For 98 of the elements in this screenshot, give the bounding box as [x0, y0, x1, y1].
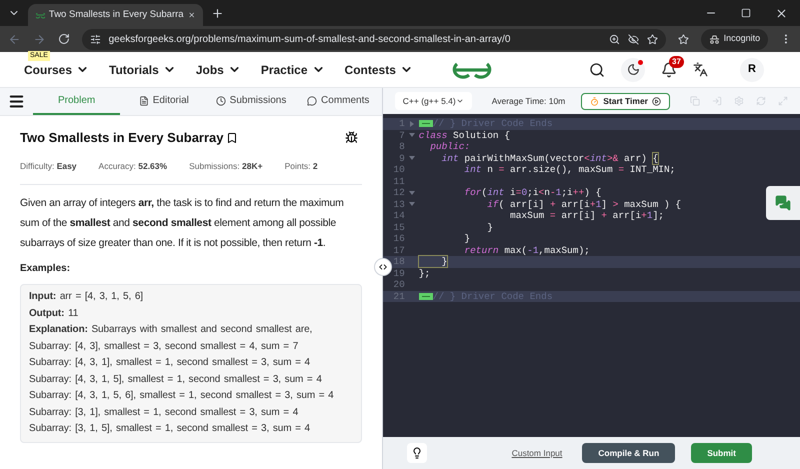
line-number: 15 — [392, 222, 405, 233]
line-number: 8 — [398, 141, 405, 152]
resize-handle[interactable] — [374, 258, 392, 276]
nav-menu-item[interactable]: Courses — [24, 60, 90, 78]
tab-title: Two Smallests in Every Subarra — [48, 8, 184, 22]
examples-heading: Examples: — [20, 262, 72, 276]
moon-icon — [626, 63, 640, 76]
start-timer-button[interactable]: Start Timer — [581, 92, 670, 110]
code-line: if( arr[i] + arr[i+1] > maxSum ) { — [486, 198, 682, 210]
line-number: 19 — [392, 268, 405, 279]
fold-arrow-icon[interactable] — [408, 155, 415, 162]
site-settings-icon[interactable] — [90, 34, 101, 44]
code-line: int pairWithMaxSum(vector<int>& arr) { — [440, 152, 658, 164]
clock-icon — [216, 96, 226, 106]
code-line: } — [486, 222, 493, 233]
code-line: } — [418, 256, 448, 268]
browser-tab[interactable]: Two Smallests in Every Subarra — [28, 4, 203, 26]
example-line: Explanation: Subarrays with smallest and second smallest are, — [29, 323, 314, 338]
problem-stat: Difficulty: Easy — [20, 160, 77, 172]
eye-off-icon[interactable] — [628, 34, 639, 44]
site-logo-icon — [36, 11, 45, 19]
submit-button[interactable]: Submit — [691, 443, 752, 463]
problem-title: Two Smallests in Every Subarray — [20, 129, 224, 147]
hint-button[interactable] — [406, 443, 427, 463]
example-line: Output: 11 — [29, 306, 80, 321]
document-icon — [138, 96, 149, 106]
line-number: 7 — [398, 130, 405, 141]
incognito-icon — [708, 34, 720, 44]
line-number: 12 — [392, 187, 405, 198]
nav-menu-item[interactable]: Tutorials — [109, 60, 176, 78]
url-text: geeksforgeeks.org/problems/maximum-sum-of-smallest-and-second-smallest-in-an-array/0 — [108, 32, 512, 46]
problem-stat: Submissions: 28K+ — [189, 160, 263, 172]
line-number: 13 — [392, 198, 405, 210]
example-line: Subarray: [3, 1, 5], smallest = 1, second smallest = 3, sum = 4 — [29, 422, 311, 436]
example-line: Subarray: [4, 3, 1, 5, 6], smallest = 1, second smallest = 3, sum = 4 — [29, 389, 335, 404]
bug-icon[interactable] — [344, 131, 358, 144]
line-number: 17 — [392, 244, 405, 256]
address-field[interactable]: geeksforgeeks.org/problems/maximum-sum-of-smallest-and-second-smallest-in-an-array/0 — [82, 28, 666, 50]
code-line: } — [463, 233, 470, 244]
average-time: Average Time: 10m — [492, 94, 566, 108]
chat-button[interactable] — [766, 186, 800, 220]
line-number: 20 — [392, 279, 405, 290]
restore-icon[interactable] — [741, 8, 751, 18]
bookmark-star-icon[interactable] — [646, 34, 658, 44]
custom-input-link[interactable]: Custom Input — [512, 446, 562, 460]
code-line: maxSum = arr[i] + arr[i+1]; — [509, 210, 664, 222]
folded-code-marker[interactable] — [418, 120, 433, 128]
code-editor[interactable] — [382, 114, 800, 437]
example-line: Subarray: [4, 3, 1], smallest = 1, second smallest = 3, sum = 4 — [29, 356, 311, 370]
caret-icon — [456, 97, 464, 105]
speech-bubble-icon — [307, 96, 318, 106]
zoom-icon[interactable] — [608, 34, 620, 44]
language-select[interactable]: C++ (g++ 5.4) — [394, 92, 472, 110]
problem-tab[interactable]: Problem — [33, 88, 120, 115]
line-number: 9 — [398, 152, 405, 164]
code-line: for(int i=0;i<n-1;i++) { — [463, 187, 602, 198]
line-number: 14 — [392, 210, 405, 222]
problem-stat: Points: 2 — [284, 160, 318, 172]
compile-run-button[interactable]: Compile & Run — [582, 443, 676, 463]
example-line: Input: arr = [4, 3, 1, 5, 6] — [29, 290, 144, 304]
code-line: public: — [429, 141, 470, 152]
folded-code-marker[interactable] — [418, 292, 433, 300]
translate-icon[interactable] — [693, 62, 708, 77]
code-line: return max(-1,maxSum); — [463, 244, 590, 256]
problem-tab[interactable]: Editorial — [120, 88, 208, 115]
bookmark-icon[interactable] — [226, 132, 238, 144]
incognito-badge[interactable]: Incognito — [700, 28, 768, 50]
search-icon[interactable] — [589, 62, 605, 78]
code-line: int n = arr.size(), maxSum = INT_MIN; — [463, 164, 676, 176]
example-line: Subarray: [3, 1], smallest = 1, second smallest = 3, sum = 4 — [29, 406, 300, 420]
close-tab-icon[interactable] — [188, 10, 195, 20]
line-number: 10 — [392, 164, 405, 176]
theme-toggle[interactable] — [621, 58, 645, 82]
problem-tab[interactable]: Submissions — [207, 88, 295, 115]
close-window-icon[interactable] — [775, 6, 788, 20]
favorites-icon[interactable] — [678, 34, 689, 44]
chat-icon — [775, 195, 791, 211]
notification-count: 37 — [669, 56, 684, 68]
example-line: Subarray: [4, 3, 1, 5], smallest = 1, second smallest = 3, sum = 4 — [29, 372, 323, 387]
nav-menu-item[interactable]: Jobs — [196, 60, 241, 78]
code-line: class Solution { — [418, 130, 510, 141]
example-line: Subarray: [4, 3], smallest = 3, second smallest = 4, sum = 7 — [29, 340, 300, 354]
resize-arrows-icon — [378, 262, 388, 272]
problem-tab[interactable]: Comments — [294, 88, 382, 115]
problem-description: Given an array of integers arr, the task is to find and return the maximum sum of the smallest and second smallest element among all possible subarrays of size greater than one. If it is not possible, then return -1. — [20, 196, 345, 252]
problem-stat: Accuracy: 52.63% — [98, 160, 168, 172]
avatar[interactable]: R — [740, 58, 764, 82]
code-line: }; — [418, 268, 430, 279]
play-icon — [652, 96, 661, 106]
timer-icon — [590, 96, 600, 106]
line-number: 11 — [392, 176, 405, 187]
nav-menu-item[interactable]: Contests — [344, 60, 413, 78]
nav-menu-item[interactable]: Practice — [260, 60, 325, 78]
new-tab-icon[interactable] — [211, 6, 224, 20]
reload-icon[interactable] — [58, 33, 70, 45]
line-number: 16 — [392, 233, 405, 244]
menu-icon[interactable] — [8, 93, 25, 110]
lightbulb-icon — [410, 447, 423, 459]
